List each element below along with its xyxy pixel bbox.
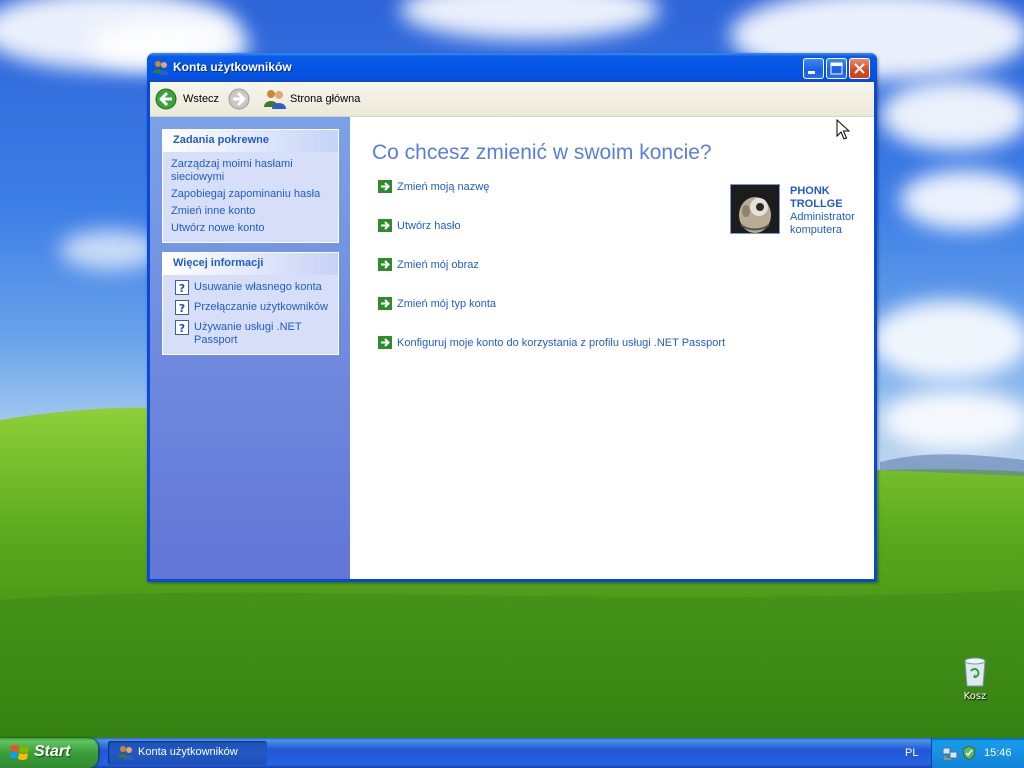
- question-mark-icon: ?: [175, 280, 189, 295]
- task-prevent-forgotten-password[interactable]: Zapobiegaj zapominaniu hasła: [171, 188, 331, 201]
- close-button[interactable]: [849, 58, 870, 79]
- main-content: Co chcesz zmienić w swoim koncie? Zmień …: [350, 117, 874, 579]
- task-change-another-account[interactable]: Zmień inne konto: [171, 205, 331, 218]
- maximize-icon: [830, 62, 843, 75]
- taskbar-window-button[interactable]: Konta użytkowników: [108, 741, 267, 765]
- clock: 15:46: [984, 747, 1012, 759]
- action-change-account-type[interactable]: Zmień mój typ konta: [378, 297, 496, 310]
- gray-forward-arrow-icon: [228, 88, 250, 110]
- green-arrow-icon: [378, 180, 392, 193]
- green-arrow-icon: [378, 336, 392, 349]
- action-configure-net-passport-label: Konfiguruj moje konto do korzystania z p…: [397, 336, 726, 349]
- green-back-arrow-icon: [155, 88, 177, 110]
- home-button[interactable]: Strona główna: [264, 88, 360, 110]
- network-icon[interactable]: [942, 745, 958, 761]
- forward-button[interactable]: [228, 88, 250, 110]
- help-net-passport-label: Używanie usługi .NET Passport: [194, 321, 302, 346]
- home-label: Strona główna: [290, 93, 361, 105]
- windows-logo-icon: [10, 745, 29, 760]
- related-tasks-group: Zadania pokrewne Zarządzaj moimi hasłami…: [162, 129, 339, 243]
- task-pane: Zadania pokrewne Zarządzaj moimi hasłami…: [150, 117, 350, 579]
- user-accounts-window: Konta użytkowników Wstecz Strona główna …: [147, 53, 877, 582]
- help-net-passport[interactable]: ? Używanie usługi .NET Passport: [175, 320, 331, 347]
- action-configure-net-passport[interactable]: Konfiguruj moje konto do korzystania z p…: [378, 336, 725, 349]
- green-arrow-icon: [378, 219, 392, 232]
- task-manage-network-passwords[interactable]: Zarządzaj moimi hasłami sieciowymi: [171, 158, 331, 184]
- language-indicator[interactable]: PL: [905, 747, 918, 759]
- taskbar: Start Konta użytkowników PL 15:46: [0, 738, 1024, 768]
- close-icon: [854, 63, 865, 74]
- recycle-bin-icon: [962, 656, 988, 688]
- question-mark-icon: ?: [175, 320, 189, 335]
- green-arrow-icon: [378, 258, 392, 271]
- page-heading: Co chcesz zmienić w swoim koncie?: [372, 141, 712, 164]
- action-change-account-type-label: Zmień mój typ konta: [397, 297, 497, 310]
- user-picture: [730, 184, 780, 234]
- help-switching-users[interactable]: ? Przełączanie użytkowników: [175, 300, 331, 315]
- start-label: Start: [34, 743, 71, 760]
- task-create-new-account[interactable]: Utwórz nowe konto: [171, 222, 331, 235]
- more-info-title: Więcej informacji: [173, 257, 264, 269]
- recycle-bin-label: Kosz: [963, 691, 987, 702]
- action-change-picture[interactable]: Zmień mój obraz: [378, 258, 479, 271]
- green-arrow-icon: [378, 297, 392, 310]
- user-name: PHONK TROLLGE: [790, 185, 843, 210]
- help-delete-own-account[interactable]: ? Usuwanie własnego konta: [175, 280, 331, 295]
- help-switching-users-label: Przełączanie użytkowników: [194, 301, 328, 313]
- system-tray: 15:46: [931, 738, 1024, 768]
- user-role: Administrator komputera: [790, 211, 855, 236]
- user-avatar-image: [731, 185, 779, 233]
- window-title: Konta użytkowników: [173, 60, 292, 74]
- question-mark-icon: ?: [175, 300, 189, 315]
- mouse-cursor-icon: [836, 119, 850, 140]
- title-bar[interactable]: Konta użytkowników: [147, 53, 877, 82]
- recycle-bin-desktop-icon[interactable]: Kosz: [950, 656, 1000, 702]
- svg-text:?: ?: [179, 282, 185, 295]
- back-label: Wstecz: [183, 93, 220, 105]
- start-button[interactable]: Start: [0, 738, 98, 768]
- action-change-picture-label: Zmień mój obraz: [397, 258, 479, 271]
- window-client-area: Wstecz Strona główna Zadania pokrewne Za…: [150, 82, 874, 579]
- security-icon[interactable]: [961, 745, 977, 761]
- more-info-header[interactable]: Więcej informacji: [163, 253, 338, 275]
- back-button[interactable]: Wstecz: [155, 88, 219, 110]
- svg-text:?: ?: [179, 322, 185, 335]
- users-icon: [153, 61, 169, 75]
- related-tasks-title: Zadania pokrewne: [173, 134, 269, 146]
- users-icon: [264, 90, 286, 109]
- taskbar-window-label: Konta użytkowników: [138, 746, 238, 758]
- help-delete-own-account-label: Usuwanie własnego konta: [194, 281, 322, 293]
- minimize-button[interactable]: [803, 58, 824, 79]
- navigation-toolbar: Wstecz Strona główna: [150, 82, 874, 117]
- more-info-group: Więcej informacji ? Usuwanie własnego ko…: [162, 252, 339, 355]
- action-create-password-label: Utwórz hasło: [397, 219, 461, 232]
- action-change-name[interactable]: Zmień moją nazwę: [378, 180, 489, 193]
- action-create-password[interactable]: Utwórz hasło: [378, 219, 461, 232]
- svg-text:?: ?: [179, 302, 185, 315]
- action-change-name-label: Zmień moją nazwę: [397, 180, 490, 193]
- maximize-button[interactable]: [826, 58, 847, 79]
- users-icon: [118, 746, 134, 760]
- related-tasks-header[interactable]: Zadania pokrewne: [163, 130, 338, 152]
- minimize-icon: [808, 71, 815, 74]
